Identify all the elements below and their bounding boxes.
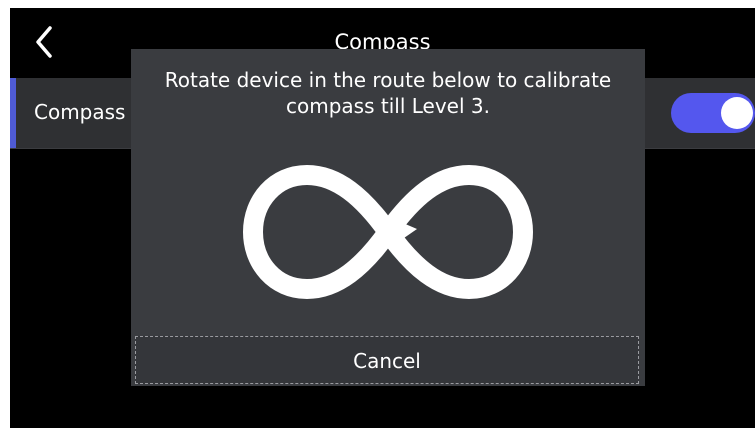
compass-toggle[interactable] bbox=[671, 93, 755, 133]
device-screen: Compass Compass Rotate device in the rou… bbox=[10, 8, 755, 428]
instruction-line-2: compass till Level 3. bbox=[286, 94, 490, 118]
compass-setting-label: Compass bbox=[34, 100, 126, 124]
cancel-button[interactable]: Cancel bbox=[135, 336, 639, 384]
calibration-dialog: Rotate device in the route below to cali… bbox=[131, 49, 645, 386]
row-selection-indicator bbox=[10, 78, 16, 148]
instruction-line-1: Rotate device in the route below to cali… bbox=[164, 68, 612, 92]
toggle-knob bbox=[721, 97, 753, 129]
cancel-button-label: Cancel bbox=[353, 349, 421, 373]
calibration-instructions: Rotate device in the route below to cali… bbox=[141, 67, 635, 119]
infinity-route-icon bbox=[241, 157, 535, 307]
